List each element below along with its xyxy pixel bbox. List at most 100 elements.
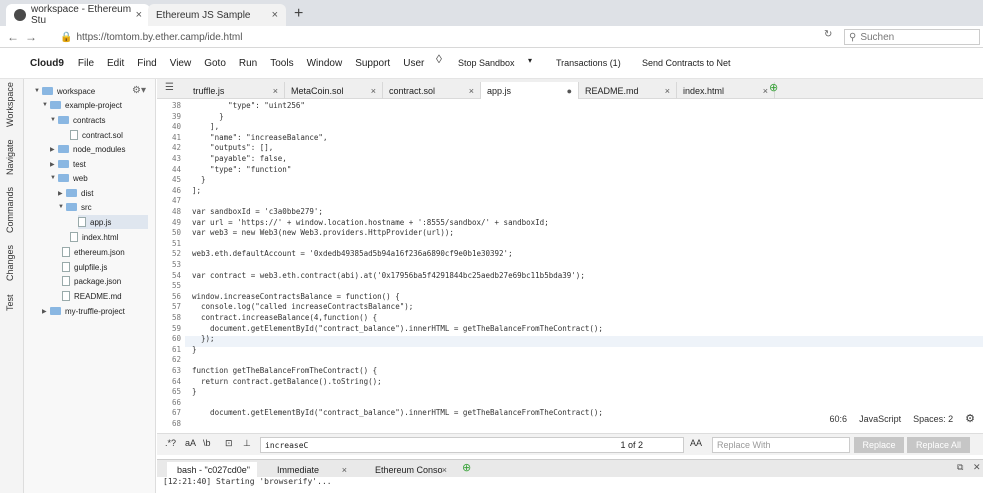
line-number: 57: [171, 302, 181, 312]
code-editor[interactable]: 38 39 40 41 42 43 44 45 46 47 48 49 50 51 52 53 54 55 56 57…: [157, 99, 983, 429]
tab-immediate[interactable]: Immediate ×: [267, 462, 353, 478]
tree-item[interactable]: ▼ example-project: [42, 98, 122, 112]
find-input[interactable]: increaseC 1 of 2: [260, 437, 684, 453]
tab-menu-icon[interactable]: ☰: [165, 82, 174, 93]
replace-button[interactable]: Replace: [854, 437, 904, 453]
tree-item-label: node_modules: [73, 144, 126, 154]
close-icon[interactable]: ×: [273, 86, 278, 96]
close-panel-icon[interactable]: ✕: [973, 462, 981, 473]
maximize-icon[interactable]: ⧉: [957, 462, 963, 473]
menu-goto[interactable]: Goto: [204, 58, 226, 69]
side-tab-navigate[interactable]: Navigate: [5, 139, 15, 175]
line-number: 58: [171, 313, 181, 322]
tree-item[interactable]: ▶ my-truffle-project: [42, 304, 125, 318]
tree-item[interactable]: contract.sol: [70, 128, 123, 142]
indent-setting[interactable]: Spaces: 2: [913, 414, 953, 424]
search-input[interactable]: ⚲ Suchen: [844, 29, 980, 45]
back-icon[interactable]: ←: [4, 30, 22, 44]
close-icon[interactable]: ×: [665, 86, 670, 96]
word-toggle[interactable]: \b: [203, 438, 211, 448]
brand-menu[interactable]: Cloud9: [30, 58, 64, 69]
menu-window[interactable]: Window: [307, 58, 343, 69]
tab-ethereum-console[interactable]: Ethereum Conso ×: [365, 462, 451, 478]
forward-icon[interactable]: →: [22, 30, 40, 44]
close-icon[interactable]: ×: [763, 86, 768, 96]
add-tab-icon[interactable]: ⊕: [462, 461, 471, 474]
tab-readme-md[interactable]: README.md ×: [579, 82, 677, 99]
close-icon[interactable]: ×: [272, 9, 278, 21]
transactions-button[interactable]: Transactions (1): [556, 58, 621, 68]
stop-sandbox-button[interactable]: Stop Sandbox: [458, 58, 515, 68]
close-icon[interactable]: ×: [342, 465, 347, 475]
tree-item[interactable]: ▼ workspace: [34, 84, 95, 98]
tree-item[interactable]: package.json: [62, 274, 121, 288]
search-placeholder: Suchen: [860, 31, 895, 43]
wrap-icon[interactable]: ⊥: [243, 438, 251, 449]
menu-tools[interactable]: Tools: [270, 58, 293, 69]
tab-index-html[interactable]: index.html ×: [677, 82, 775, 99]
tab-truffle-js[interactable]: truffle.js ×: [187, 82, 285, 99]
tab-metacoin-sol[interactable]: MetaCoin.sol ×: [285, 82, 383, 99]
language-mode[interactable]: JavaScript: [859, 414, 901, 424]
tree-item-selected[interactable]: app.js: [78, 215, 148, 229]
close-icon[interactable]: ×: [371, 86, 376, 96]
tree-item[interactable]: README.md: [62, 289, 122, 303]
close-icon[interactable]: ×: [442, 465, 447, 475]
unsaved-dot-icon[interactable]: ●: [567, 86, 572, 96]
close-icon[interactable]: ×: [469, 86, 474, 96]
selection-icon[interactable]: ⊡: [225, 438, 233, 449]
tab-app-js[interactable]: app.js ●: [481, 82, 579, 99]
line-number: 43: [171, 154, 181, 163]
menu-find[interactable]: Find: [137, 58, 156, 69]
tree-item[interactable]: ▶ test: [50, 157, 86, 171]
tree-item-label: workspace: [57, 86, 96, 96]
tree-item-label: package.json: [74, 276, 122, 286]
replace-all-button[interactable]: Replace All: [907, 437, 970, 453]
side-tab-test[interactable]: Test: [5, 294, 15, 311]
tree-item[interactable]: gulpfile.js: [62, 260, 107, 274]
preserve-case-toggle[interactable]: AA: [690, 438, 702, 448]
url-field[interactable]: 🔒 https://tomtom.by.ether.camp/ide.html: [60, 29, 836, 45]
send-contracts-button[interactable]: Send Contracts to Net: [642, 58, 731, 68]
chevron-down-icon[interactable]: ▾: [528, 56, 532, 65]
code-line: return contract.getBalance().toString();: [192, 376, 382, 386]
tree-item-label: README.md: [74, 291, 122, 301]
gear-icon[interactable]: ⚙: [965, 412, 975, 425]
tab-label: Immediate: [277, 465, 320, 475]
new-tab-icon[interactable]: +: [294, 5, 303, 23]
menu-edit[interactable]: Edit: [107, 58, 124, 69]
tree-item[interactable]: ▼ web: [50, 171, 88, 185]
line-number: 65: [171, 387, 181, 397]
tree-item[interactable]: ethereum.json: [62, 245, 125, 259]
menu-file[interactable]: File: [78, 58, 94, 69]
side-tab-workspace[interactable]: Workspace: [5, 82, 15, 127]
close-icon[interactable]: ×: [136, 9, 142, 21]
browser-tab-js-sample[interactable]: Ethereum JS Sample ×: [148, 4, 286, 26]
tree-item[interactable]: ▶ dist: [58, 186, 93, 200]
menu-view[interactable]: View: [170, 58, 192, 69]
tab-contract-sol[interactable]: contract.sol ×: [383, 82, 481, 99]
gear-icon[interactable]: ⚙▾: [132, 85, 146, 96]
tree-item[interactable]: index.html: [70, 230, 118, 244]
file-icon: [78, 217, 86, 227]
terminal-output[interactable]: [12:21:40] Starting 'browserify'...: [157, 477, 983, 493]
reload-icon[interactable]: ↻: [824, 29, 832, 40]
case-toggle[interactable]: aA: [185, 438, 196, 448]
tab-bash[interactable]: bash - "c027cd0e": [167, 462, 257, 478]
tree-item[interactable]: ▶ node_modules: [50, 142, 125, 156]
line-number: 42: [171, 143, 181, 153]
regex-toggle[interactable]: .*?: [165, 438, 176, 448]
line-number: 61: [171, 344, 181, 354]
replace-input[interactable]: Replace With: [712, 437, 850, 453]
tree-item[interactable]: ▼ contracts: [50, 113, 105, 127]
tree-item-label: my-truffle-project: [65, 306, 125, 316]
menu-support[interactable]: Support: [355, 58, 390, 69]
menu-run[interactable]: Run: [239, 58, 257, 69]
browser-tab-workspace[interactable]: workspace - Ethereum Stu ×: [6, 4, 150, 26]
tree-item[interactable]: ▼ src: [58, 200, 92, 214]
menu-user[interactable]: User: [403, 58, 424, 69]
side-tab-commands[interactable]: Commands: [5, 187, 15, 233]
add-tab-icon[interactable]: ⊕: [769, 81, 778, 94]
line-number: 46: [171, 185, 181, 195]
side-tab-changes[interactable]: Changes: [5, 245, 15, 281]
